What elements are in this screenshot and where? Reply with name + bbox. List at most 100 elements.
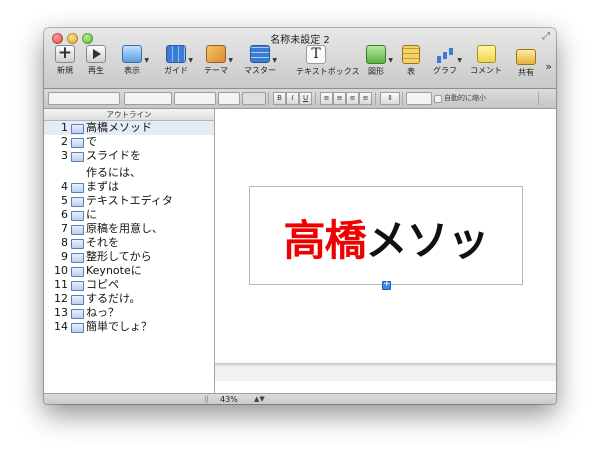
autoshrink-label: 自動的に縮小 xyxy=(444,94,486,102)
separator xyxy=(268,92,269,105)
paragraph-style-popup[interactable] xyxy=(48,92,120,105)
fullscreen-icon[interactable]: ⤢ xyxy=(542,31,550,42)
slide-thumbnail-icon xyxy=(71,138,84,148)
outline-row[interactable]: 5 テキストエディタ xyxy=(44,194,214,208)
outline-row[interactable]: 12 するだけ。 xyxy=(44,292,214,306)
shape-button[interactable]: ▼ 図形 xyxy=(356,45,396,77)
guide-dropdown-icon: ▼ xyxy=(188,57,193,64)
separator xyxy=(538,92,539,105)
view-label: 表示 xyxy=(124,66,140,75)
chart-button[interactable]: ▼ グラフ xyxy=(425,45,465,76)
outline-row-number: 4 xyxy=(61,180,68,193)
outline-row-number: 9 xyxy=(61,250,68,263)
guide-icon xyxy=(166,45,186,63)
outline-row[interactable]: 10 Keynoteに xyxy=(44,264,214,278)
slide-thumbnail-icon xyxy=(71,197,84,207)
outline-row-number: 14 xyxy=(54,320,68,333)
master-label: マスター xyxy=(244,66,276,75)
zoom-level[interactable]: 43% xyxy=(220,394,238,404)
textbox-icon xyxy=(306,45,326,64)
outline-row-text: それを xyxy=(86,236,119,249)
outline-row-number: 12 xyxy=(54,292,68,305)
outline-row[interactable]: 1 高橋メソッド xyxy=(44,121,214,135)
comment-icon xyxy=(476,45,496,63)
outline-row[interactable]: 2で xyxy=(44,135,214,149)
font-size-field[interactable] xyxy=(218,92,240,105)
outline-row-continuation[interactable]: 作るには、 xyxy=(44,166,214,180)
outline-row[interactable]: 14 簡単でしょ？ xyxy=(44,320,214,334)
comment-button[interactable]: コメント xyxy=(466,45,506,76)
outline-row[interactable]: 11 コピペ xyxy=(44,278,214,292)
font-typeface-popup[interactable] xyxy=(174,92,216,105)
outline-row-text: 原稿を用意し、 xyxy=(86,222,163,235)
title-text-box[interactable]: 高橋メソッ xyxy=(249,186,523,285)
slide-thumbnail-icon xyxy=(71,267,84,277)
page-shadow xyxy=(215,363,556,367)
slide-page[interactable]: 高橋メソッ xyxy=(215,109,556,363)
status-bar: || 43% ▲▼ xyxy=(44,393,556,404)
outline-row-number: 3 xyxy=(61,149,68,162)
play-icon xyxy=(86,45,106,63)
textbox-button[interactable]: テキストボックス xyxy=(296,45,360,77)
outline-row-number: 2 xyxy=(61,135,68,148)
outline-row-text: ねっ？ xyxy=(86,306,119,319)
shape-label: 図形 xyxy=(368,67,384,76)
guide-button[interactable]: ▼ ガイド xyxy=(156,45,196,76)
autoshrink-checkbox[interactable] xyxy=(434,95,442,103)
chart-dropdown-icon: ▼ xyxy=(457,57,462,64)
line-spacing-popup[interactable]: ⇕ xyxy=(380,92,400,105)
outline-row-text: に xyxy=(86,208,97,221)
outline-row[interactable]: 4 まずは xyxy=(44,180,214,194)
separator xyxy=(375,92,376,105)
toolbar-overflow-button[interactable]: » xyxy=(545,60,552,73)
window-title: 名称未設定 2 xyxy=(270,35,330,46)
align-right-button[interactable]: ≡ xyxy=(346,92,359,105)
canvas-background: 高橋メソッ xyxy=(215,109,556,381)
outline-row-text: まずは xyxy=(86,180,119,193)
text-color-well[interactable] xyxy=(242,92,266,105)
outline-row-text: コピペ xyxy=(86,278,119,291)
outline-row-number: 7 xyxy=(61,222,68,235)
title-bar: 名称未設定 2 ⤢ 新規 再生 ▼ 表示 ▼ ガイド ▼ テーマ ▼ マスタ xyxy=(44,28,556,89)
theme-button[interactable]: ▼ テーマ xyxy=(196,45,236,76)
outline-row[interactable]: 6に xyxy=(44,208,214,222)
resize-handle[interactable] xyxy=(382,278,391,290)
font-family-popup[interactable] xyxy=(124,92,172,105)
share-button[interactable]: 共有 xyxy=(506,45,546,78)
align-center-button[interactable]: ≡ xyxy=(333,92,346,105)
outline-row-text: Keynoteに xyxy=(86,264,142,277)
underline-button[interactable]: U xyxy=(299,92,312,105)
outline-row-number: 10 xyxy=(54,264,68,277)
outline-row-number: 1 xyxy=(61,121,68,134)
slide-title: 高橋メソッ xyxy=(250,207,522,268)
textbox-label: テキストボックス xyxy=(296,67,360,76)
theme-dropdown-icon: ▼ xyxy=(228,57,233,64)
master-button[interactable]: ▼ マスター xyxy=(240,45,280,76)
theme-label: テーマ xyxy=(204,66,228,75)
zoom-stepper-icon[interactable]: ▲▼ xyxy=(254,394,265,404)
slide-thumbnail-icon xyxy=(71,281,84,291)
view-button[interactable]: ▼ 表示 xyxy=(112,45,152,76)
bold-button[interactable]: B xyxy=(273,92,286,105)
outline-row[interactable]: 9 整形してから xyxy=(44,250,214,264)
outline-row-number: 6 xyxy=(61,208,68,221)
outline-row[interactable]: 3 スライドを xyxy=(44,149,214,163)
outline-row-text: するだけ。 xyxy=(86,292,141,305)
outline-row[interactable]: 13 ねっ？ xyxy=(44,306,214,320)
slide-thumbnail-icon xyxy=(71,295,84,305)
slide-thumbnail-icon xyxy=(71,239,84,249)
align-justify-button[interactable]: ≡ xyxy=(359,92,372,105)
outline-row[interactable]: 8 それを xyxy=(44,236,214,250)
separator xyxy=(315,92,316,105)
slide-thumbnail-icon xyxy=(71,124,84,134)
slide-thumbnail-icon xyxy=(71,309,84,319)
outline-row-text: 作るには、 xyxy=(86,166,141,179)
split-handle-icon[interactable]: || xyxy=(204,395,209,404)
outline-row[interactable]: 7 原稿を用意し、 xyxy=(44,222,214,236)
play-button[interactable]: 再生 xyxy=(76,45,116,76)
slide-title-red: 高橋 xyxy=(283,216,366,265)
master-icon xyxy=(250,45,270,63)
italic-button[interactable]: I xyxy=(286,92,299,105)
align-left-button[interactable]: ≡ xyxy=(320,92,333,105)
columns-popup[interactable] xyxy=(406,92,432,105)
